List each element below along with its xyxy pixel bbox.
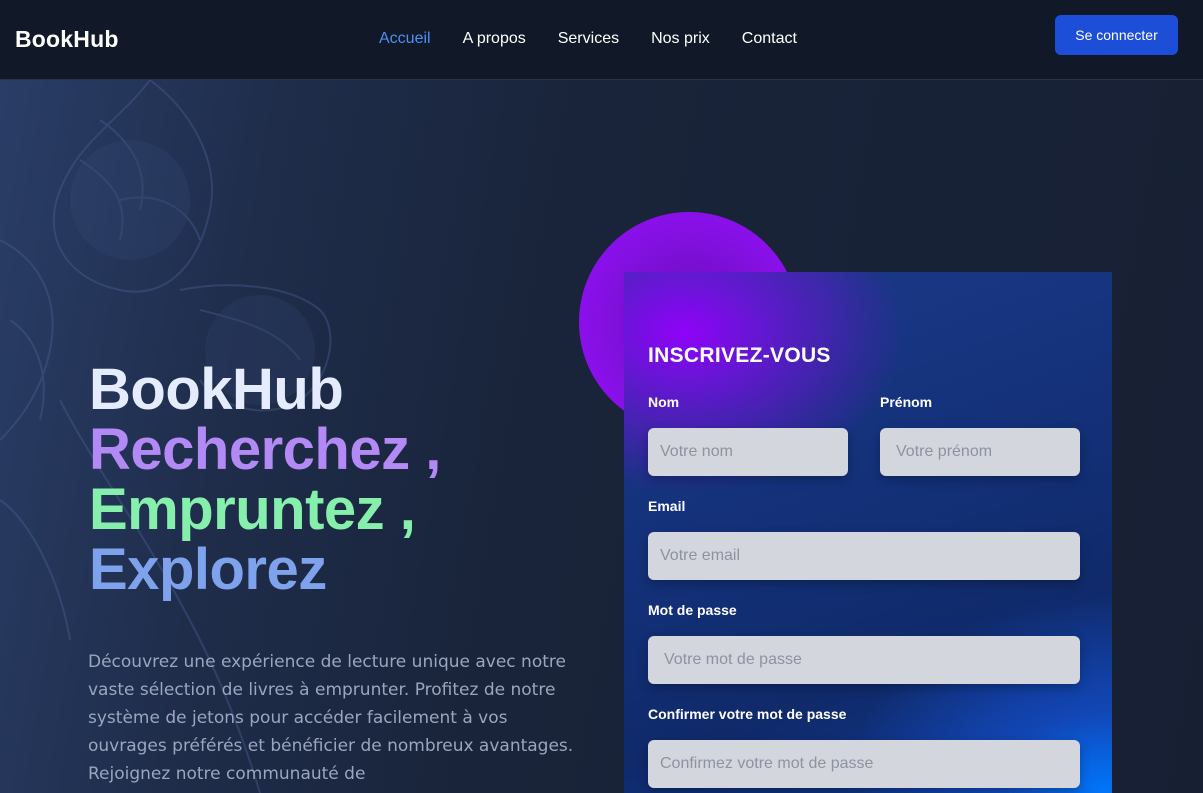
- prenom-input[interactable]: [880, 428, 1080, 476]
- hero-line-empruntez: Empruntez ,: [89, 477, 416, 542]
- main-nav: Accueil A propos Services Nos prix Conta…: [379, 30, 829, 48]
- login-button[interactable]: Se connecter: [1055, 15, 1178, 55]
- nom-input[interactable]: [648, 428, 848, 476]
- prenom-label: Prénom: [880, 394, 933, 410]
- signup-form: INSCRIVEZ-VOUS Nom Prénom Email Mot de p…: [624, 272, 1112, 793]
- hero-line-recherchez: Recherchez ,: [89, 417, 441, 482]
- password-label: Mot de passe: [648, 602, 737, 618]
- nav-a-propos[interactable]: A propos: [463, 30, 526, 48]
- hero-brand: BookHub: [89, 357, 344, 422]
- email-input[interactable]: [648, 532, 1080, 580]
- page: BookHub Accueil A propos Services Nos pr…: [0, 0, 1203, 793]
- nom-label: Nom: [648, 394, 680, 410]
- hero-description: Découvrez une expérience de lecture uniq…: [88, 652, 574, 784]
- hero-line-explorez: Explorez: [89, 537, 327, 602]
- hero-title: BookHub Recherchez , Empruntez , Explore…: [89, 360, 441, 600]
- confirm-password-input[interactable]: [648, 740, 1080, 788]
- nav-nos-prix[interactable]: Nos prix: [651, 30, 710, 48]
- password-input[interactable]: [648, 636, 1080, 684]
- nav-accueil[interactable]: Accueil: [379, 30, 431, 48]
- confirm-password-label: Confirmer votre mot de passe: [648, 706, 847, 722]
- nav-services[interactable]: Services: [558, 30, 619, 48]
- nav-contact[interactable]: Contact: [742, 30, 797, 48]
- email-label: Email: [648, 498, 686, 514]
- brand-logo[interactable]: BookHub: [15, 26, 119, 53]
- form-title: INSCRIVEZ-VOUS: [648, 344, 831, 367]
- top-navbar: BookHub Accueil A propos Services Nos pr…: [0, 0, 1203, 80]
